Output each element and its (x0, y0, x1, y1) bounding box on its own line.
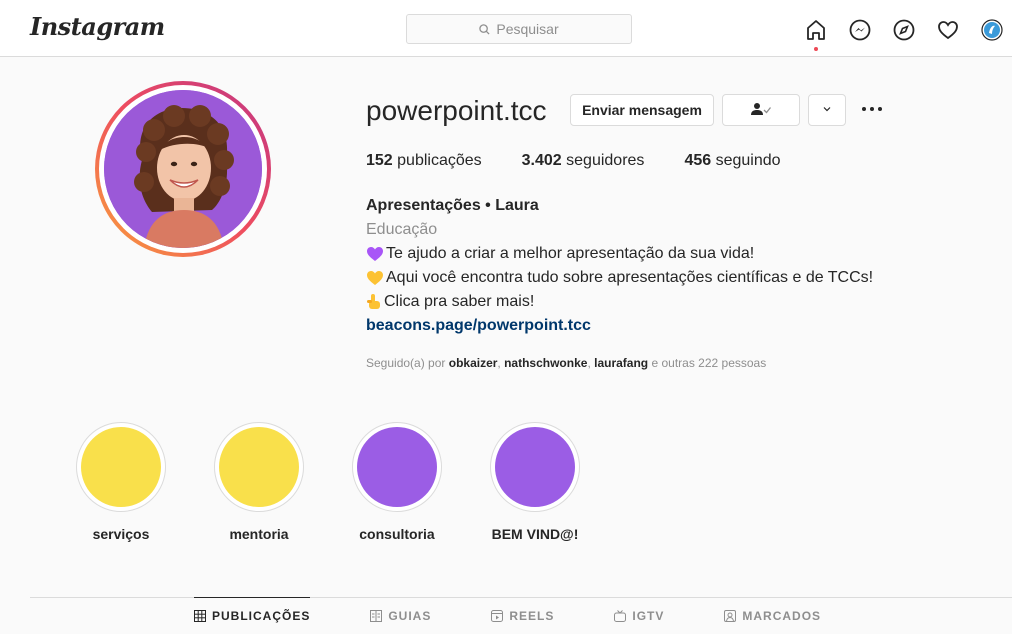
bio-category: Educação (366, 221, 438, 238)
profile-avatar (104, 90, 262, 248)
following-count[interactable]: 456 seguindo (684, 152, 780, 170)
grid-icon (194, 609, 206, 622)
highlight-consultoria[interactable]: consultoria (352, 422, 442, 542)
guide-icon (370, 610, 383, 622)
highlight-label: mentoria (229, 526, 289, 542)
story-ring[interactable] (95, 81, 271, 257)
bio-link[interactable]: beacons.page/powerpoint.tcc (366, 317, 591, 334)
send-message-button[interactable]: Enviar mensagem (570, 94, 714, 126)
purple-heart-icon (366, 246, 384, 262)
pointing-down-icon (366, 293, 382, 311)
profile-username: powerpoint.tcc (366, 95, 547, 126)
profile-stats: 152 publicações 3.402 seguidores 456 seg… (366, 152, 821, 170)
top-navigation-bar: Instagram Pesquisar (0, 0, 1012, 57)
bio-line: Te ajudo a criar a melhor apresentação d… (366, 242, 873, 266)
reels-icon (491, 610, 504, 622)
profile-tabs: PUBLICAÇÕES GUIAS REELS IGTV MARCADOS (194, 597, 881, 634)
user-check-icon (750, 102, 772, 119)
tab-marcados[interactable]: MARCADOS (724, 598, 821, 634)
igtv-icon (614, 610, 627, 622)
search-input[interactable]: Pesquisar (406, 14, 632, 44)
highlight-bem-vindo[interactable]: BEM VIND@! (490, 422, 580, 542)
story-highlights: serviços mentoria consultoria BEM VIND@! (76, 422, 628, 542)
yellow-heart-icon (366, 270, 384, 286)
profile-avatar-icon[interactable] (980, 18, 1004, 42)
tab-publicacoes[interactable]: PUBLICAÇÕES (194, 597, 311, 633)
search-icon (479, 23, 490, 35)
chevron-down-icon (821, 102, 833, 118)
highlight-cover (81, 427, 161, 507)
following-button[interactable] (722, 94, 800, 126)
highlight-cover (495, 427, 575, 507)
activity-heart-icon[interactable] (936, 18, 960, 42)
profile-bio: Apresentações • Laura Educação Te ajudo … (366, 194, 873, 338)
highlight-cover (219, 427, 299, 507)
highlight-mentoria[interactable]: mentoria (214, 422, 304, 542)
highlight-servicos[interactable]: serviços (76, 422, 166, 542)
profile-header: powerpoint.tcc Enviar mensagem 152 publi… (0, 57, 1012, 417)
tagged-icon (724, 610, 737, 622)
tab-igtv[interactable]: IGTV (614, 598, 664, 634)
bio-line: Clica pra saber mais! (366, 290, 873, 314)
highlight-label: serviços (92, 526, 150, 542)
messenger-icon[interactable] (848, 18, 872, 42)
more-options-icon[interactable] (860, 101, 884, 117)
nav-icons (804, 18, 1004, 51)
tab-reels[interactable]: REELS (491, 598, 554, 634)
bio-line: Aqui você encontra tudo sobre apresentaç… (366, 266, 873, 290)
search-placeholder: Pesquisar (496, 21, 559, 37)
home-icon[interactable] (804, 18, 828, 51)
highlight-label: consultoria (359, 526, 435, 542)
instagram-logo[interactable]: Instagram (30, 12, 165, 41)
bio-name: Apresentações • Laura (366, 197, 539, 214)
notification-dot (814, 47, 818, 51)
highlight-cover (357, 427, 437, 507)
explore-icon[interactable] (892, 18, 916, 42)
highlight-label: BEM VIND@! (491, 526, 579, 542)
suggested-accounts-button[interactable] (808, 94, 846, 126)
tab-guias[interactable]: GUIAS (370, 598, 431, 634)
posts-count: 152 publicações (366, 152, 482, 169)
followed-by[interactable]: Seguido(a) por obkaizer, nathschwonke, l… (366, 356, 766, 370)
followers-count[interactable]: 3.402 seguidores (522, 152, 645, 170)
